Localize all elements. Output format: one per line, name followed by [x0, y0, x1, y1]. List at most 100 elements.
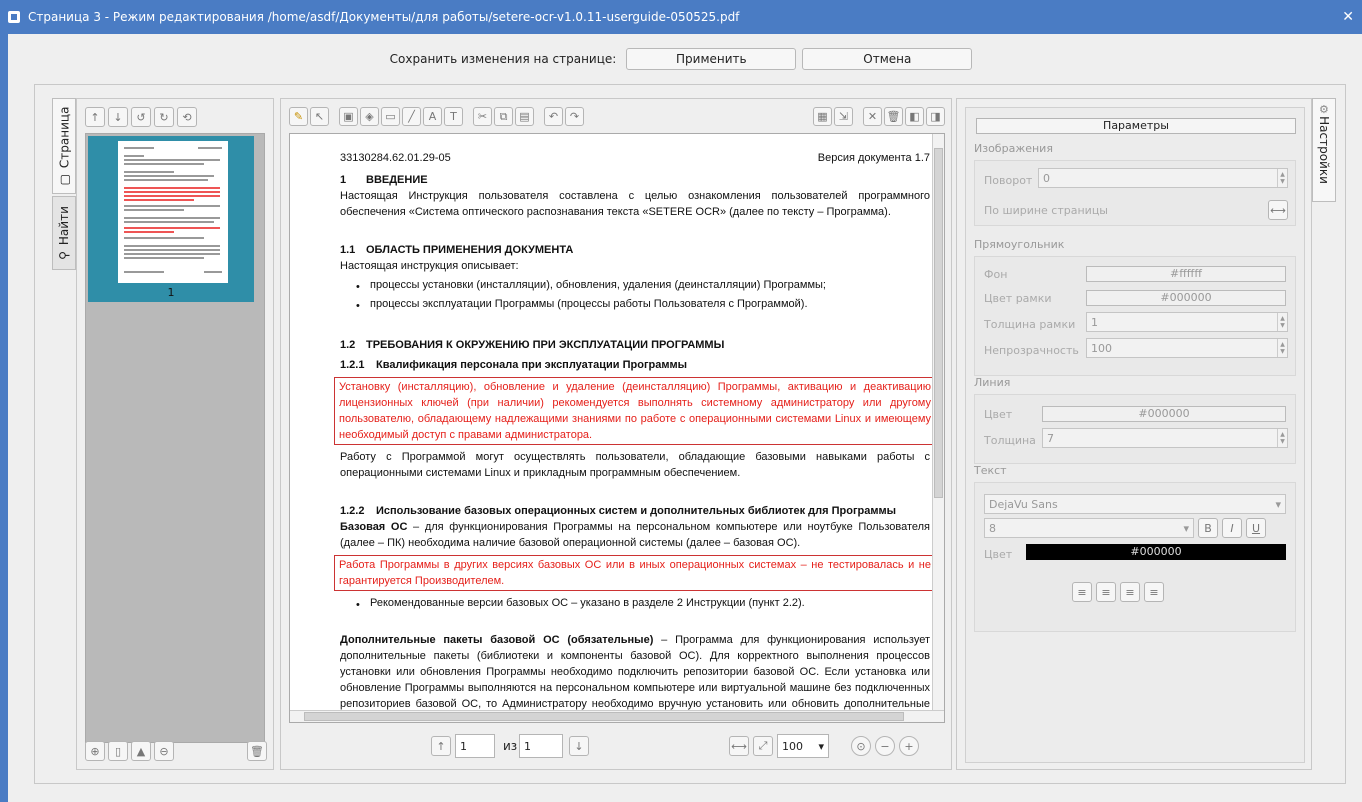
page-of-label: из — [503, 739, 518, 753]
border-width-label: Толщина рамки — [984, 318, 1076, 331]
cut-icon[interactable]: ✂ — [473, 107, 492, 126]
bring-front-icon[interactable]: ◧ — [905, 107, 924, 126]
redo-icon[interactable]: ↷ — [565, 107, 584, 126]
line-width-input[interactable]: 7 ▲ ▼ — [1042, 428, 1288, 448]
page-number-input[interactable]: 1 — [455, 734, 495, 758]
zoom-out-icon[interactable]: − — [875, 736, 895, 756]
send-back-icon[interactable]: ◨ — [926, 107, 945, 126]
save-bar: Сохранить изменения на странице: Примени… — [0, 34, 1362, 84]
close-icon[interactable]: ✕ — [1342, 9, 1354, 25]
apply-button[interactable]: Применить — [626, 48, 797, 70]
line-icon[interactable]: ╱ — [402, 107, 421, 126]
group-line-label: Линия — [974, 376, 1011, 389]
align-justify-icon[interactable]: ≡ — [1144, 582, 1164, 602]
text-color-swatch[interactable]: #000000 — [1026, 544, 1286, 560]
text-icon[interactable]: A — [423, 107, 442, 126]
rotate-left-icon[interactable]: ↺ — [131, 107, 151, 127]
align-center-icon[interactable]: ≡ — [1096, 582, 1116, 602]
page-tab-icon: ▢ — [57, 174, 72, 186]
section-heading: 1.2 ТРЕБОВАНИЯ К ОКРУЖЕНИЮ ПРИ ЭКСПЛУАТАЦ… — [340, 339, 725, 351]
fill-color-swatch[interactable]: #ffffff — [1086, 266, 1286, 282]
image-tool-icon[interactable]: ▣ — [339, 107, 358, 126]
page-navigation: ↑ 1 из 1 ↓ ⟷ ⤢ 100 ▾ ⊙ − + — [289, 729, 945, 763]
delete-page-icon[interactable]: 🗑 — [247, 741, 267, 761]
move-up-icon[interactable]: ↑ — [85, 107, 105, 127]
fit-width-button[interactable]: ⟷ — [1268, 200, 1288, 220]
page-icon[interactable]: ▦ — [813, 107, 832, 126]
document-view[interactable]: 33130284.62.01.29-05 Версия документа 1.… — [289, 133, 945, 723]
edit-toolbar: ✎ ↖ ▣ ◈ ▭ ╱ A T ✂ ⧉ ▤ ↶ ↷ ▦ ⇲ ✕ 🗑 ◧ ◨ — [289, 107, 945, 127]
search-icon: ⚲ — [57, 251, 72, 260]
cancel-button[interactable]: Отмена — [802, 48, 973, 70]
tab-settings[interactable]: ⚙ Настройки — [1312, 98, 1336, 202]
fit-icon[interactable]: ⇲ — [834, 107, 853, 126]
border-width-input[interactable]: 1 ▲ ▼ — [1086, 312, 1288, 332]
align-right-icon[interactable]: ≡ — [1120, 582, 1140, 602]
red-annotation-box[interactable]: Работа Программы в других версиях базовы… — [334, 555, 936, 591]
paragraph: Настоящая Инструкция пользователя состав… — [340, 190, 930, 218]
horizontal-scrollbar[interactable] — [290, 710, 944, 722]
red-annotation-box[interactable]: Установку (инсталляцию), обновление и уд… — [334, 377, 936, 445]
rectangle-icon[interactable]: ▭ — [381, 107, 400, 126]
chevron-down-icon: ▾ — [1275, 497, 1281, 511]
paragraph: Работу с Программой могут осуществлять п… — [340, 451, 930, 479]
vertical-scrollbar[interactable] — [932, 134, 944, 710]
settings-content: Параметры Изображения Поворот 0 ▲ ▼ По шир… — [965, 107, 1305, 763]
underline-icon[interactable]: U — [1246, 518, 1266, 538]
thumbnail-list[interactable]: 1 — [85, 133, 265, 743]
list-item: Рекомендованные версии базовых ОС – указ… — [340, 595, 930, 613]
rotate-right-icon[interactable]: ↻ — [154, 107, 174, 127]
thumbnails-panel: ↑ ↓ ↺ ↻ ⟲ 1 ⊕ ▯ ▲ ⊖ 🗑 — [76, 98, 274, 770]
section-heading: 1.1 ОБЛАСТЬ ПРИМЕНЕНИЯ ДОКУМЕНТА — [340, 244, 574, 256]
group-rectangle-label: Прямоугольник — [974, 238, 1065, 251]
page-thumbnail[interactable]: 1 — [88, 136, 254, 302]
remove-page-icon[interactable]: ⊖ — [154, 741, 174, 761]
fill-label: Фон — [984, 268, 1008, 281]
app-logo-icon — [8, 11, 20, 23]
italic-icon[interactable]: I — [1222, 518, 1242, 538]
font-select[interactable]: DejaVu Sans ▾ — [984, 494, 1286, 514]
insert-file-icon[interactable]: ▯ — [108, 741, 128, 761]
rotation-input[interactable]: 0 ▲ ▼ — [1038, 168, 1288, 188]
pencil-icon[interactable]: ✎ — [289, 107, 308, 126]
zoom-in-icon[interactable]: + — [899, 736, 919, 756]
bold-icon[interactable]: B — [1198, 518, 1218, 538]
list-item: процессы эксплуатации Программы (процесс… — [340, 296, 930, 314]
select-icon[interactable]: ↖ — [310, 107, 329, 126]
gear-icon: ⚙ — [1319, 103, 1329, 116]
tab-find-label: Найти — [57, 206, 72, 246]
fit-page-icon[interactable]: ⤢ — [753, 736, 773, 756]
add-page-icon[interactable]: ⊕ — [85, 741, 105, 761]
move-down-icon[interactable]: ↓ — [108, 107, 128, 127]
tab-settings-label: Настройки — [1317, 116, 1331, 184]
zoom-select[interactable]: 100 ▾ — [777, 734, 829, 758]
reset-rotation-icon[interactable]: ⟲ — [177, 107, 197, 127]
paste-icon[interactable]: ▤ — [515, 107, 534, 126]
group-images-label: Изображения — [974, 142, 1053, 155]
copy-icon[interactable]: ⧉ — [494, 107, 513, 126]
align-left-icon[interactable]: ≡ — [1072, 582, 1092, 602]
eraser-icon[interactable]: ◈ — [360, 107, 379, 126]
fit-width-icon[interactable]: ⟷ — [729, 736, 749, 756]
font-size-select[interactable]: 8 ▾ — [984, 518, 1194, 538]
opacity-input[interactable]: 100 ▲ ▼ — [1086, 338, 1288, 358]
trash-icon[interactable]: 🗑 — [884, 107, 903, 126]
next-page-icon[interactable]: ↓ — [569, 736, 589, 756]
window-titlebar: Страница 3 - Режим редактирования /home/… — [0, 0, 1362, 34]
insert-image-icon[interactable]: ▲ — [131, 741, 151, 761]
border-color-swatch[interactable]: #000000 — [1086, 290, 1286, 306]
subsection-heading: 1.2.2 Использование базовых операционных … — [340, 505, 897, 517]
chevron-down-icon: ▾ — [1183, 521, 1189, 535]
undo-icon[interactable]: ↶ — [544, 107, 563, 126]
textbox-icon[interactable]: T — [444, 107, 463, 126]
tab-find[interactable]: ⚲ Найти — [52, 196, 76, 270]
zoom-reset-icon[interactable]: ⊙ — [851, 736, 871, 756]
tab-page[interactable]: ▢ Страница — [52, 98, 76, 194]
delete-icon[interactable]: ✕ — [863, 107, 882, 126]
thumbnail-page-number: 1 — [167, 286, 175, 299]
section-heading: 1 ВВЕДЕНИЕ — [340, 174, 428, 186]
settings-panel: Параметры Изображения Поворот 0 ▲ ▼ По шир… — [956, 98, 1312, 770]
prev-page-icon[interactable]: ↑ — [431, 736, 451, 756]
rotation-label: Поворот — [984, 174, 1033, 187]
line-color-swatch[interactable]: #000000 — [1042, 406, 1286, 422]
